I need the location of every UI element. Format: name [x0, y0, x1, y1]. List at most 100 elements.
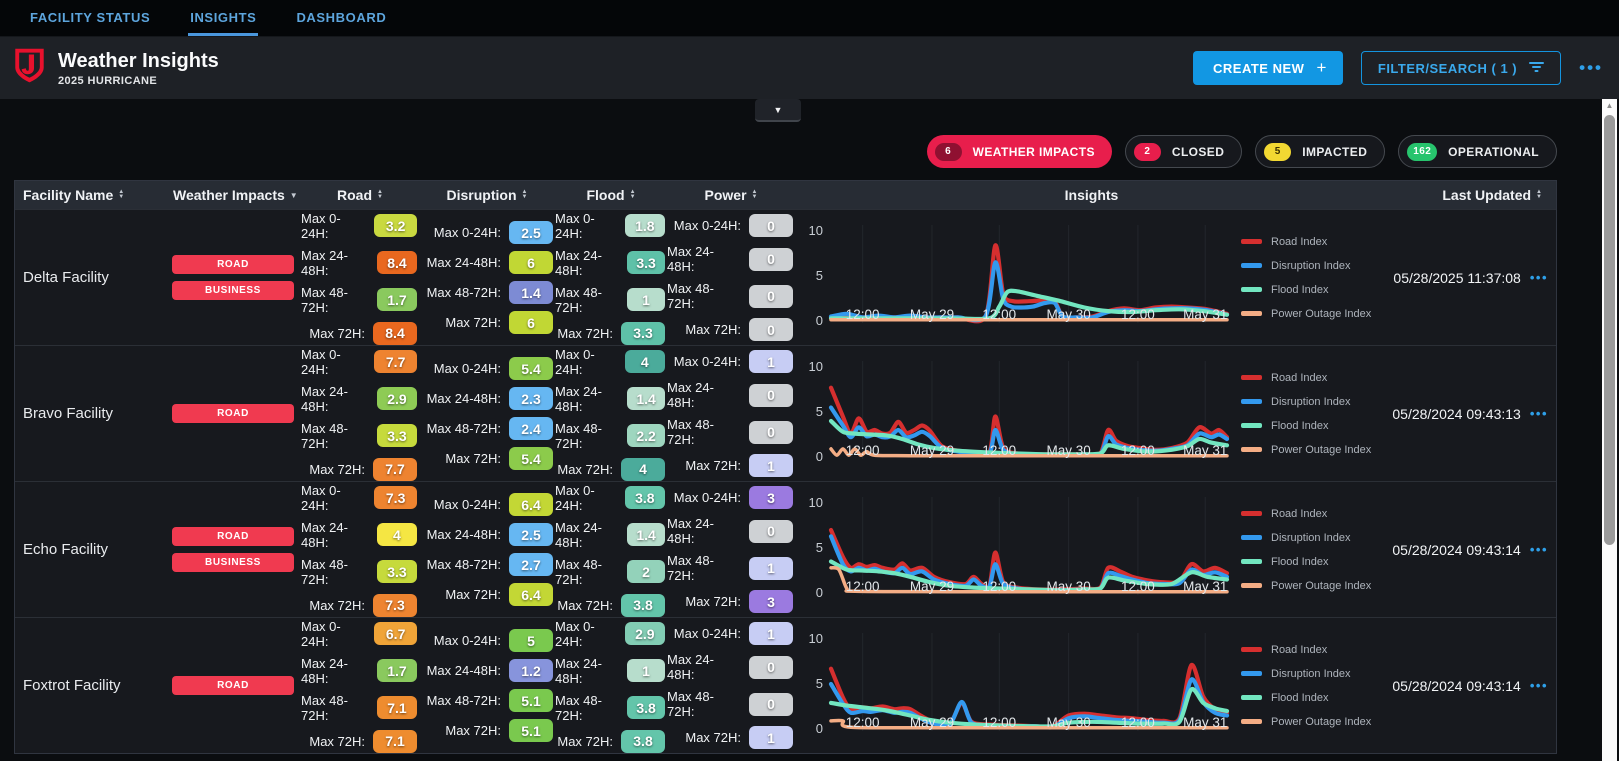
weather-impact-badges: ROAD	[165, 346, 301, 481]
metric-label: Max 48-72H:	[667, 417, 741, 447]
metric-line: Max 24-48H:1.4	[555, 384, 665, 414]
legend-label: Flood Index	[1271, 556, 1328, 568]
scrollbar-thumb[interactable]	[1604, 115, 1615, 545]
metric-line: Max 72H:4	[557, 458, 665, 481]
y-axis-tick: 10	[809, 223, 823, 238]
filter-chip-impacted[interactable]: 5IMPACTED	[1255, 135, 1385, 168]
column-header-flood[interactable]: Flood▲▼	[555, 187, 667, 203]
row-kebab-icon[interactable]: •••	[1530, 270, 1548, 285]
metric-line: Max 72H:8.4	[309, 322, 417, 345]
tab-insights[interactable]: INSIGHTS	[188, 0, 258, 36]
scroll-up-arrow-icon[interactable]: ▲	[1602, 101, 1617, 110]
metric-label: Max 72H:	[685, 322, 741, 337]
x-axis-tick: May 29	[910, 579, 954, 594]
filter-chip-operational[interactable]: 162OPERATIONAL	[1398, 135, 1557, 168]
metric-label: Max 72H:	[557, 734, 613, 749]
sort-icon: ▲▼	[118, 190, 124, 200]
metric-label: Max 24-48H:	[301, 656, 369, 686]
metric-label: Max 24-48H:	[427, 527, 501, 542]
header-kebab-icon[interactable]: •••	[1579, 58, 1603, 78]
app-header: Weather Insights 2025 HURRICANE CREATE N…	[0, 37, 1619, 99]
metric-label: Max 72H:	[445, 451, 501, 466]
insights-cell: 105012:00May 2912:00May 3012:00May 31Roa…	[795, 346, 1388, 481]
sort-icon: ▲▼	[752, 190, 758, 200]
metric-label: Max 48-72H:	[301, 285, 369, 315]
legend-label: Road Index	[1271, 372, 1327, 384]
road-metrics: Max 0-24H:3.2Max 24-48H:8.4Max 48-72H:1.…	[301, 210, 419, 345]
tab-facility-status[interactable]: FACILITY STATUS	[28, 0, 152, 36]
disruption-metrics: Max 0-24H:2.5Max 24-48H:6Max 48-72H:1.4M…	[419, 210, 555, 345]
metric-line: Max 72H:3.8	[557, 594, 665, 617]
column-header-facility-name[interactable]: Facility Name ▲▼	[15, 187, 165, 203]
metric-label: Max 72H:	[309, 326, 365, 341]
filter-search-button[interactable]: FILTER/SEARCH ( 1 )	[1361, 51, 1561, 85]
x-axis-tick: May 29	[910, 443, 954, 458]
row-kebab-icon[interactable]: •••	[1530, 542, 1548, 557]
y-axis-tick: 0	[816, 585, 823, 600]
metric-value-chip: 0	[749, 656, 793, 679]
metric-value-chip: 4	[621, 458, 665, 481]
column-header-disruption[interactable]: Disruption▲▼	[419, 187, 555, 203]
legend-entry: Road Index	[1241, 236, 1381, 248]
metric-label: Max 48-72H:	[555, 693, 619, 723]
power-metrics: Max 0-24H:3Max 24-48H:0Max 48-72H:1Max 7…	[667, 482, 795, 617]
x-axis-tick: 12:00	[846, 715, 880, 730]
metric-label: Max 0-24H:	[555, 347, 617, 377]
column-header-power[interactable]: Power▲▼	[667, 187, 795, 203]
legend-entry: Road Index	[1241, 508, 1381, 520]
metric-line: Max 24-48H:4	[301, 520, 417, 550]
metric-label: Max 48-72H:	[555, 421, 619, 451]
metric-line: Max 48-72H:2	[555, 557, 665, 587]
metric-line: Max 0-24H:7.7	[301, 347, 417, 377]
metric-value-chip: 2.5	[509, 221, 553, 244]
legend-label: Flood Index	[1271, 420, 1328, 432]
weather-impact-badges: ROADBUSINESS	[165, 482, 301, 617]
metric-line: Max 24-48H: 1.7	[301, 656, 417, 686]
legend-swatch	[1241, 583, 1262, 588]
metric-label: Max 72H:	[685, 730, 741, 745]
collapse-panel-button[interactable]: ▼	[755, 99, 801, 122]
metric-label: Max 72H:	[309, 598, 365, 613]
legend-swatch	[1241, 263, 1262, 268]
metric-value-chip: 5	[509, 629, 553, 652]
x-axis-tick: May 31	[1183, 307, 1227, 322]
chip-label: IMPACTED	[1302, 145, 1367, 159]
column-header-insights[interactable]: Insights	[795, 187, 1388, 203]
chip-count-badge: 2	[1134, 143, 1161, 161]
sort-desc-icon: ▼	[290, 191, 298, 200]
column-header-weather-impacts[interactable]: Weather Impacts▼	[165, 187, 301, 203]
legend-label: Disruption Index	[1271, 260, 1351, 272]
legend-label: Road Index	[1271, 644, 1327, 656]
vertical-scrollbar[interactable]: ▲	[1602, 99, 1617, 761]
metric-value-chip: 0	[749, 421, 793, 444]
filter-chip-closed[interactable]: 2CLOSED	[1125, 135, 1242, 168]
column-header-label: Facility Name	[23, 187, 113, 203]
metric-value-chip: 3.8	[621, 730, 665, 753]
insights-cell: 105012:00May 2912:00May 3012:00May 31Roa…	[795, 618, 1388, 753]
metric-value-chip: 1	[749, 350, 793, 373]
metric-label: Max 0-24H:	[434, 361, 501, 376]
legend-swatch	[1241, 239, 1262, 244]
legend-label: Flood Index	[1271, 692, 1328, 704]
metric-line: Max 72H:1	[685, 454, 793, 477]
chevron-down-icon: ▼	[774, 105, 783, 115]
metric-label: Max 24-48H:	[667, 244, 741, 274]
row-kebab-icon[interactable]: •••	[1530, 678, 1548, 693]
impact-badge-business: BUSINESS	[172, 281, 294, 300]
metric-line: Max 24-48H:1.2	[427, 659, 553, 682]
insights-line-chart: 105012:00May 2912:00May 3012:00May 31	[801, 625, 1231, 747]
column-header-road[interactable]: Road▲▼	[301, 187, 419, 203]
tab-dashboard[interactable]: DASHBOARD	[294, 0, 388, 36]
metric-value-chip: 1.7	[377, 659, 417, 682]
flood-index-line	[831, 421, 1227, 454]
filter-chip-weather-impacts[interactable]: 6WEATHER IMPACTS	[927, 135, 1112, 168]
row-kebab-icon[interactable]: •••	[1530, 406, 1548, 421]
metric-line: Max 0-24H:0	[674, 214, 793, 237]
weather-impact-badges: ROADBUSINESS	[165, 210, 301, 345]
table-row: Foxtrot FacilityROADMax 0-24H:6.7Max 24-…	[15, 617, 1556, 753]
metric-value-chip: 0	[749, 214, 793, 237]
create-new-button[interactable]: CREATE NEW +	[1193, 51, 1343, 85]
column-header-last-updated[interactable]: Last Updated▲▼	[1388, 187, 1556, 203]
legend-entry: Power Outage Index	[1241, 308, 1381, 320]
x-axis-tick: May 30	[1046, 715, 1090, 730]
